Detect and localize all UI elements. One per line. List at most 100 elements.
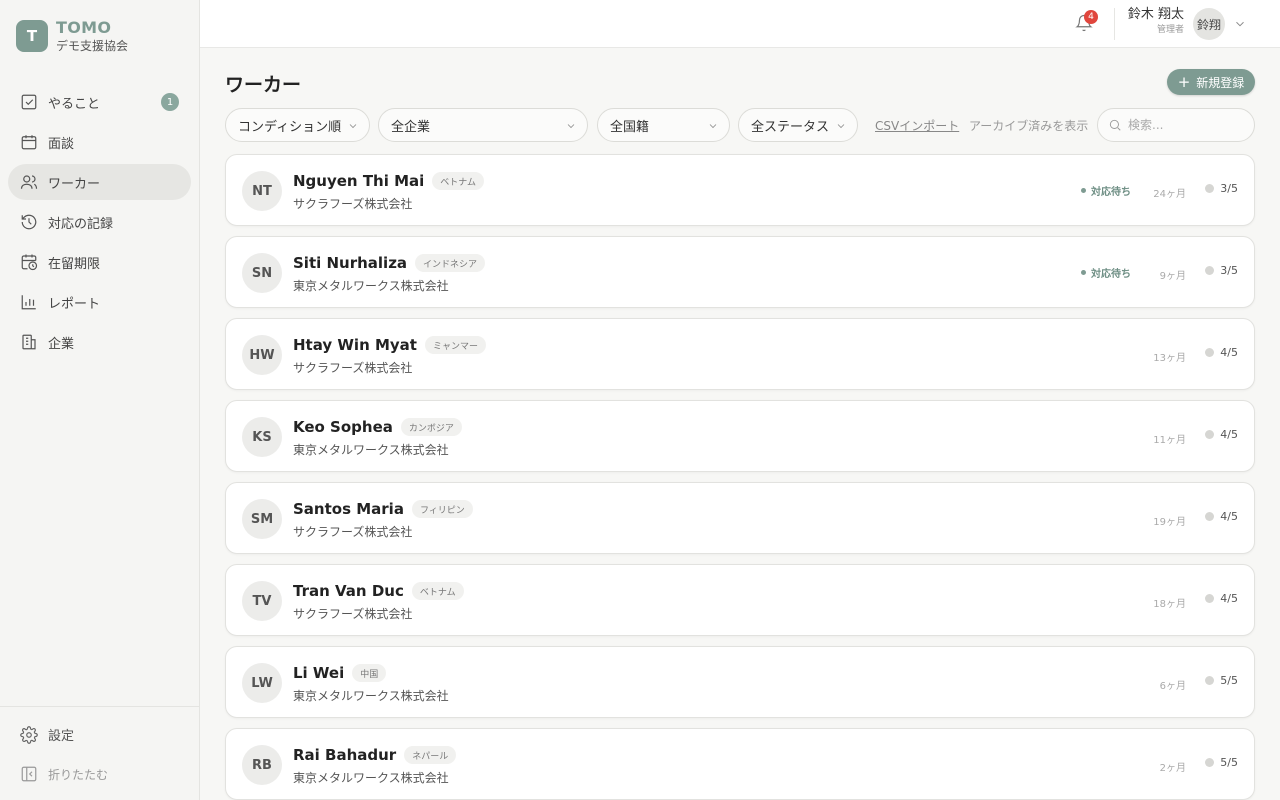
sidebar-nav: やること 1 面談 ワーカー 対応の記録 在留期限 レポート 企業 (8, 84, 191, 364)
sidebar-item-records[interactable]: 対応の記録 (8, 204, 191, 240)
sidebar-item-workers[interactable]: ワーカー (8, 164, 191, 200)
worker-card[interactable]: SM Santos Maria フィリピン サクラフーズ株式会社 19ヶ月 4/… (225, 482, 1255, 554)
condition-score: 5/5 (1205, 674, 1238, 687)
user-info[interactable]: 鈴木 翔太 管理者 (1122, 6, 1184, 36)
csv-import-link[interactable]: CSVインポート (875, 117, 959, 134)
worker-name-line: Htay Win Myat ミャンマー (293, 336, 486, 354)
worker-avatar: SM (242, 499, 282, 539)
worker-card[interactable]: SN Siti Nurhaliza インドネシア 東京メタルワークス株式会社 対… (225, 236, 1255, 308)
nationality-tag: インドネシア (415, 254, 486, 272)
history-icon (21, 214, 37, 230)
collapse-sidebar-button[interactable]: 折りたたむ (20, 765, 108, 783)
worker-tenure: 6ヶ月 (1159, 681, 1186, 692)
sidebar-item-label: やること (48, 96, 101, 112)
top-bar: 4 鈴木 翔太 管理者 鈴翔 (200, 0, 1280, 48)
chevron-down-icon (835, 120, 847, 132)
worker-name: Htay Win Myat (293, 336, 417, 354)
brand[interactable]: T TOMO デモ支援協会 (16, 18, 128, 54)
users-icon (20, 175, 38, 189)
show-archived-toggle[interactable]: アーカイブ済みを表示 (969, 117, 1088, 134)
settings-label: 設定 (48, 729, 75, 744)
condition-score: 3/5 (1205, 264, 1238, 277)
search-input[interactable] (1128, 118, 1248, 132)
plus-icon: + (1177, 72, 1191, 91)
worker-name: Rai Bahadur (293, 746, 397, 764)
sidebar-footer: 設定 折りたたむ (0, 706, 200, 782)
score-dot (1205, 266, 1215, 275)
worker-avatar: SN (242, 253, 282, 293)
status-badge: 対応待ち (1081, 265, 1131, 280)
worker-card[interactable]: KS Keo Sophea カンボジア 東京メタルワークス株式会社 11ヶ月 4… (225, 400, 1255, 472)
user-menu-toggle[interactable] (1233, 16, 1247, 30)
worker-name: Siti Nurhaliza (293, 254, 408, 272)
score-dot (1205, 430, 1215, 439)
worker-name: Nguyen Thi Mai (293, 172, 425, 190)
brand-text: TOMO デモ支援協会 (56, 18, 128, 54)
worker-company: サクラフーズ株式会社 (293, 607, 413, 621)
nationality-filter-select[interactable]: 全国籍 (597, 108, 730, 142)
score-dot (1205, 676, 1215, 685)
notification-count-badge: 4 (1084, 10, 1098, 24)
sort-select[interactable]: コンディション順 (225, 108, 370, 142)
sidebar-item-interviews[interactable]: 面談 (8, 124, 191, 160)
worker-tenure: 24ヶ月 (1153, 189, 1186, 200)
nationality-tag: カンボジア (400, 418, 462, 436)
settings-button[interactable]: 設定 (20, 725, 74, 744)
worker-name-line: Keo Sophea カンボジア (293, 418, 462, 436)
sort-select-value: コンディション順 (238, 119, 342, 135)
score-dot (1205, 594, 1215, 603)
sidebar: T TOMO デモ支援協会 やること 1 面談 ワーカー 対応の記録 在留期限 (0, 0, 200, 800)
status-filter-select[interactable]: 全ステータス (738, 108, 858, 142)
condition-score-value: 4/5 (1220, 510, 1238, 523)
condition-score-value: 4/5 (1220, 346, 1238, 359)
condition-score: 4/5 (1205, 510, 1238, 523)
sidebar-item-label: 面談 (48, 136, 75, 152)
nationality-tag: ベトナム (411, 582, 464, 600)
worker-name-line: Santos Maria フィリピン (293, 500, 473, 518)
building-icon (22, 334, 36, 350)
sidebar-item-label: レポート (48, 296, 101, 312)
organization-name: デモ支援協会 (56, 39, 129, 53)
checkbox-icon (21, 94, 37, 110)
chevron-down-icon (707, 120, 719, 132)
worker-card[interactable]: HW Htay Win Myat ミャンマー サクラフーズ株式会社 13ヶ月 4… (225, 318, 1255, 390)
worker-card[interactable]: NT Nguyen Thi Mai ベトナム サクラフーズ株式会社 対応待ち 2… (225, 154, 1255, 226)
worker-name: Tran Van Duc (293, 582, 404, 600)
gear-icon (20, 725, 38, 744)
notifications-button[interactable]: 4 (1075, 10, 1098, 34)
sidebar-item-label: 企業 (48, 336, 75, 352)
condition-score-value: 5/5 (1220, 756, 1238, 769)
condition-score: 4/5 (1205, 346, 1238, 359)
condition-score: 4/5 (1205, 428, 1238, 441)
worker-avatar: TV (242, 581, 282, 621)
search-box[interactable] (1097, 108, 1255, 142)
search-icon (1109, 119, 1121, 131)
worker-company: 東京メタルワークス株式会社 (293, 771, 449, 785)
score-dot (1205, 184, 1215, 193)
worker-card[interactable]: RB Rai Bahadur ネパール 東京メタルワークス株式会社 2ヶ月 5/… (225, 728, 1255, 800)
worker-tenure: 11ヶ月 (1153, 435, 1186, 446)
condition-score-value: 3/5 (1220, 182, 1238, 195)
condition-score: 5/5 (1205, 756, 1238, 769)
avatar[interactable]: 鈴翔 (1193, 8, 1225, 40)
worker-name: Keo Sophea (293, 418, 393, 436)
worker-card[interactable]: TV Tran Van Duc ベトナム サクラフーズ株式会社 18ヶ月 4/5 (225, 564, 1255, 636)
sidebar-item-reports[interactable]: レポート (8, 284, 191, 320)
chevron-down-icon (347, 120, 359, 132)
bar-chart-icon (21, 295, 36, 310)
condition-score-value: 5/5 (1220, 674, 1238, 687)
condition-score: 3/5 (1205, 182, 1238, 195)
new-worker-button[interactable]: + 新規登録 (1167, 69, 1255, 95)
sidebar-item-companies[interactable]: 企業 (8, 324, 191, 360)
todo-count-badge: 1 (161, 93, 179, 111)
nationality-tag: ネパール (404, 746, 457, 764)
sidebar-item-residence-deadline[interactable]: 在留期限 (8, 244, 191, 280)
worker-name-line: Nguyen Thi Mai ベトナム (293, 172, 485, 190)
calendar-clock-icon (21, 254, 38, 271)
company-filter-select[interactable]: 全企業 (378, 108, 588, 142)
sidebar-item-todo[interactable]: やること 1 (8, 84, 191, 120)
worker-card[interactable]: LW Li Wei 中国 東京メタルワークス株式会社 6ヶ月 5/5 (225, 646, 1255, 718)
worker-tenure: 2ヶ月 (1159, 763, 1186, 774)
nationality-tag: フィリピン (411, 500, 473, 518)
score-dot (1205, 512, 1215, 521)
